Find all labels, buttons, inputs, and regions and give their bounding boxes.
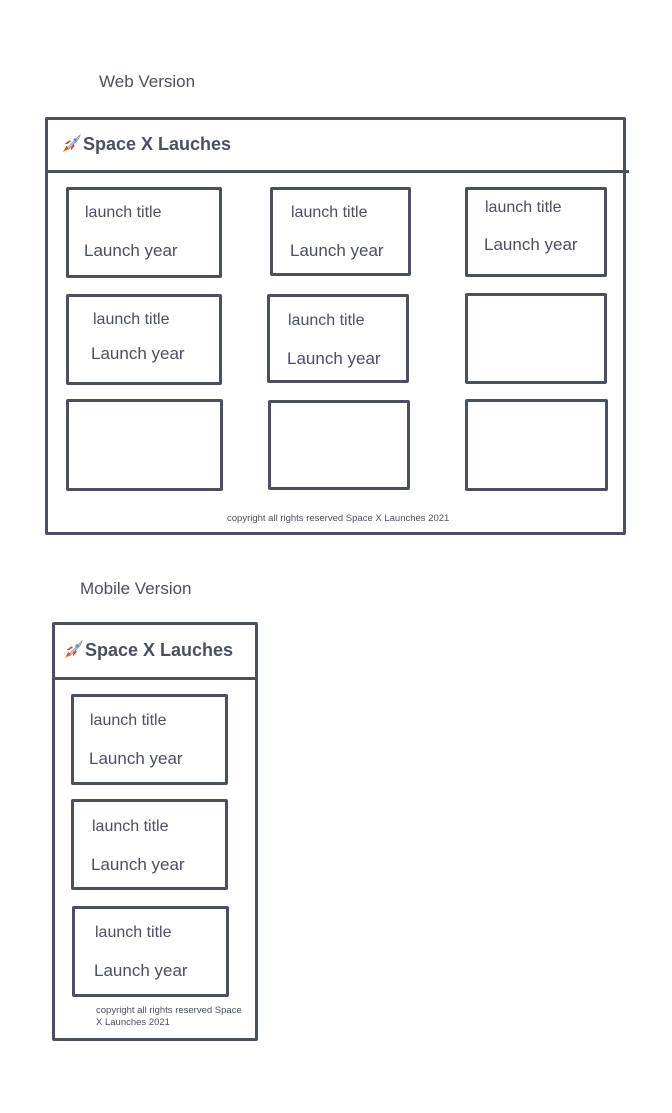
- launch-year: Launch year: [484, 235, 578, 254]
- launch-title: launch title: [288, 312, 365, 329]
- launch-year: Launch year: [290, 241, 384, 260]
- mobile-header-divider: [52, 677, 255, 680]
- web-launch-card-8[interactable]: [268, 400, 410, 490]
- web-footer-copyright: copyright all rights reserved Space X La…: [227, 513, 450, 524]
- launch-title: launch title: [85, 204, 162, 221]
- launch-year: Launch year: [84, 241, 178, 260]
- web-app-title-text: Space X Lauches: [83, 133, 232, 154]
- web-launch-card-2[interactable]: launch title Launch year: [270, 187, 411, 276]
- launch-title: launch title: [92, 818, 169, 835]
- mobile-launch-card-3[interactable]: launch title Launch year: [72, 906, 229, 997]
- launch-year: Launch year: [91, 855, 185, 874]
- launch-title: launch title: [485, 199, 562, 216]
- web-launch-card-7[interactable]: [66, 399, 223, 491]
- launch-title: launch title: [95, 924, 172, 941]
- launch-year: Launch year: [89, 749, 183, 768]
- launch-title: launch title: [90, 712, 167, 729]
- launch-year: Launch year: [94, 961, 188, 980]
- web-launch-card-6[interactable]: [465, 293, 607, 384]
- mobile-launch-card-1[interactable]: launch title Launch year: [71, 694, 228, 785]
- launch-title: launch title: [291, 204, 368, 221]
- web-launch-card-9[interactable]: [465, 399, 608, 491]
- mobile-app-title: Space X Lauches: [62, 639, 233, 661]
- web-header-divider: [45, 170, 629, 173]
- rocket-icon: [62, 133, 81, 153]
- mobile-footer-copyright: copyright all rights reserved Space X La…: [96, 1005, 242, 1028]
- web-launch-card-3[interactable]: launch title Launch year: [465, 187, 607, 277]
- web-version-label: Web Version: [99, 72, 196, 91]
- web-app-title: Space X Lauches: [60, 133, 231, 155]
- mobile-version-label: Mobile Version: [80, 579, 192, 598]
- web-launch-card-5[interactable]: launch title Launch year: [267, 294, 409, 383]
- web-launch-card-4[interactable]: launch title Launch year: [66, 294, 222, 385]
- rocket-icon: [64, 639, 83, 659]
- mobile-launch-card-2[interactable]: launch title Launch year: [71, 799, 228, 890]
- launch-year: Launch year: [287, 349, 381, 368]
- mobile-app-title-text: Space X Lauches: [85, 639, 234, 660]
- launch-title: launch title: [93, 311, 170, 328]
- launch-year: Launch year: [91, 344, 185, 363]
- web-launch-card-1[interactable]: launch title Launch year: [66, 187, 222, 278]
